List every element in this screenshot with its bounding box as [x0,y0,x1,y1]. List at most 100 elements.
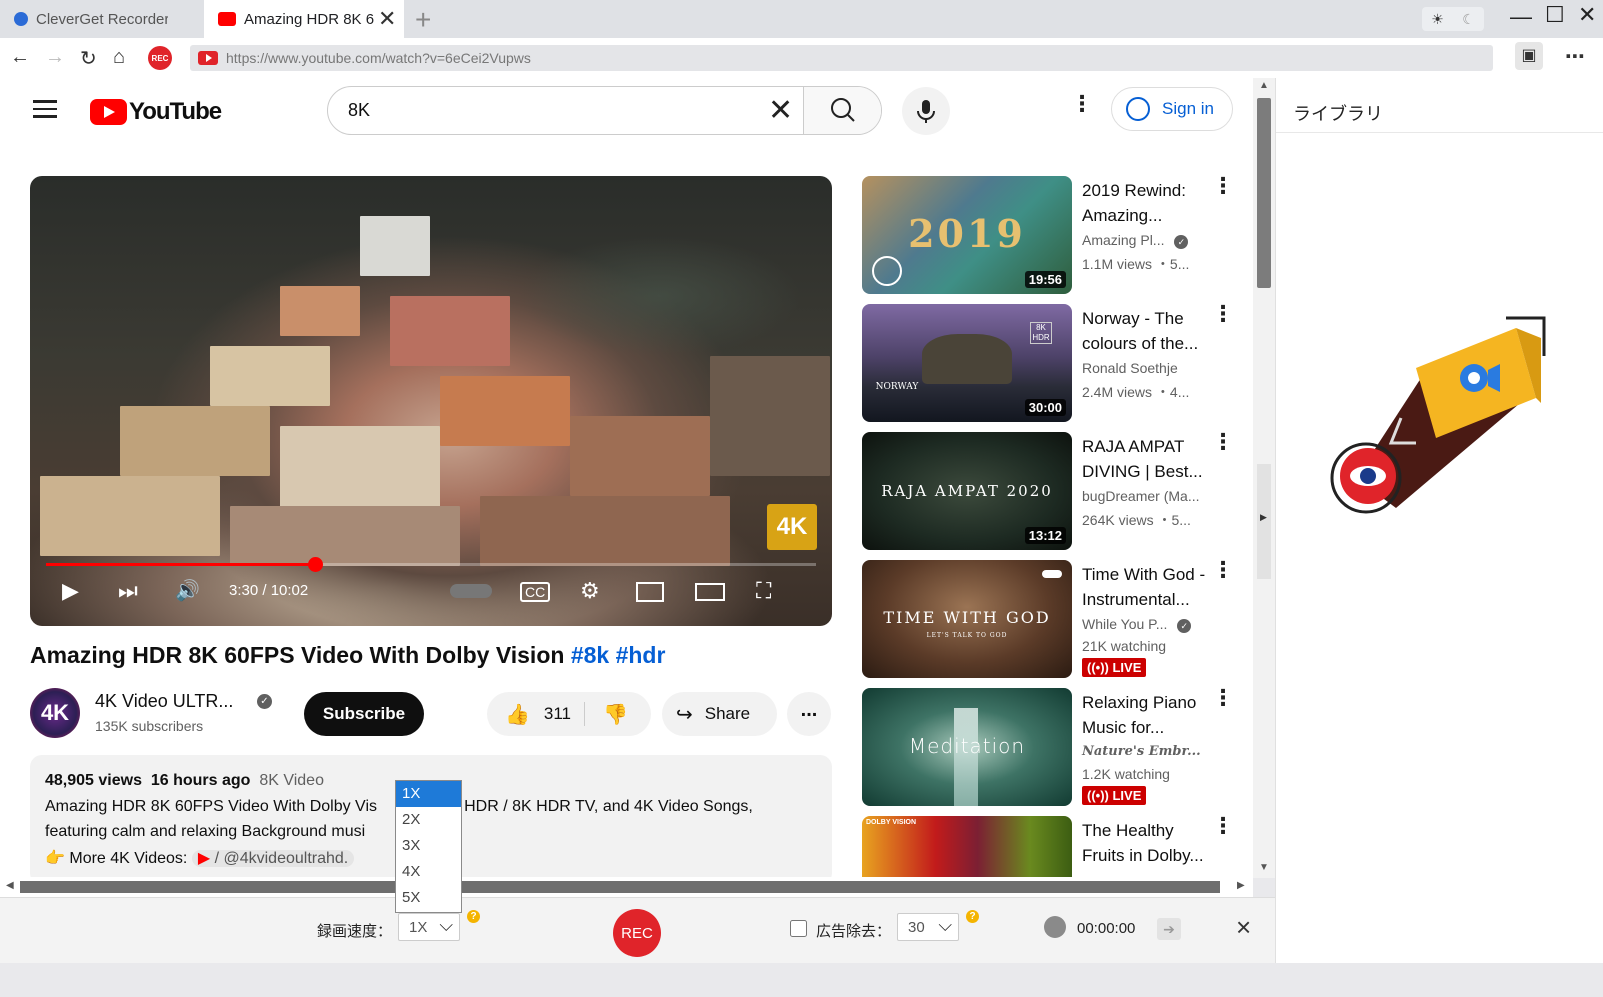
new-tab-button[interactable]: + [415,4,431,36]
related-video[interactable]: TIME WITH GOD LET'S TALK TO GOD Time Wit… [862,559,1234,678]
share-button[interactable]: ↪ Share [662,692,777,736]
miniplayer-icon[interactable] [636,582,664,602]
scrollbar-thumb[interactable] [20,881,1220,893]
close-tab-icon[interactable]: ✕ [378,6,396,32]
reload-icon[interactable]: ↻ [80,46,97,71]
channel-link[interactable]: ▶ / @4kvideoultrahd. [191,850,355,867]
search-input[interactable]: 8K [348,100,370,121]
recording-speed-select[interactable]: 1X ⌵ [398,913,460,941]
hashtags[interactable]: #8k #hdr [571,642,666,668]
rec-badge[interactable]: REC [148,46,172,70]
video-player[interactable]: 4K ▶ ⏭ 🔊 3:30 / 10:02 CC ⚙ ⛶ [30,176,832,626]
theme-toggle[interactable]: ☀ ☾ [1422,7,1484,31]
back-icon[interactable]: ← [10,46,30,69]
scrollbar-thumb[interactable] [1257,98,1271,288]
video-options-icon[interactable]: ⋮ [1212,303,1234,325]
speed-option[interactable]: 1X [396,781,461,807]
kebab-menu-icon[interactable]: ⋯ [1565,44,1585,69]
autoplay-toggle[interactable] [450,584,492,598]
forward-icon[interactable]: → [45,46,65,69]
description-line: featuring calm and relaxing Background m… [45,823,366,840]
video-options-icon[interactable]: ⋮ [1212,687,1234,709]
fullscreen-icon[interactable]: ⛶ [756,578,771,604]
video-thumbnail[interactable]: Meditation [862,688,1072,806]
timer-icon [1044,916,1066,938]
tab-cleverget[interactable]: CleverGet Recorder [0,0,200,38]
channel-avatar[interactable]: 4K [30,688,80,738]
channel-name[interactable]: 4K Video ULTR... [95,691,233,712]
search-button[interactable] [803,87,881,134]
speed-option[interactable]: 2X [396,807,461,833]
tab-youtube-video[interactable]: Amazing HDR 8K 6 ✕ [204,0,404,38]
close-window-button[interactable]: ✕ [1578,2,1596,28]
vertical-scrollbar[interactable]: ▲ ▶ ▼ [1253,78,1275,878]
speed-option[interactable]: 4X [396,859,461,885]
search-icon [831,98,855,122]
menu-icon[interactable] [33,95,57,123]
video-thumbnail[interactable]: DOLBY VISION [862,816,1072,878]
help-icon[interactable]: ? [966,910,979,923]
clear-search-icon[interactable]: ✕ [768,93,793,128]
video-options-icon[interactable]: ⋮ [1212,431,1234,453]
ad-remove-select[interactable]: 30 ⌵ [897,913,959,941]
more-actions-button[interactable]: ... [787,692,831,736]
video-options-icon[interactable]: ⋮ [1212,175,1234,197]
related-video[interactable]: DOLBY VISION The Healthy Fruits in Dolby… [862,815,1234,878]
minimize-button[interactable]: — [1510,4,1532,30]
scroll-left-icon[interactable]: ◀ [6,880,14,891]
thumbs-down-icon[interactable]: 👎 [603,702,628,727]
speed-option[interactable]: 5X [396,885,461,911]
scroll-right-icon[interactable]: ▶ [1237,880,1245,891]
close-toolbar-button[interactable]: × [1236,912,1251,943]
video-options-icon[interactable]: ⋮ [1212,559,1234,581]
captions-icon[interactable]: CC [520,582,551,602]
progress-knob[interactable] [307,557,323,572]
speed-dropdown-list[interactable]: 1X 2X 3X 4X 5X [395,780,462,913]
settings-gear-icon[interactable]: ⚙ [580,578,600,604]
video-thumbnail[interactable]: TIME WITH GOD LET'S TALK TO GOD [862,560,1072,678]
youtube-play-icon [90,99,127,125]
related-video[interactable]: 2019 19:56 2019 Rewind: Amazing... Amazi… [862,175,1234,294]
help-icon[interactable]: ? [467,910,480,923]
video-thumbnail[interactable]: 2019 19:56 [862,176,1072,294]
volume-icon[interactable]: 🔊 [175,578,200,603]
home-icon[interactable]: ⌂ [113,46,125,69]
subscribe-button[interactable]: Subscribe [304,692,424,736]
video-options-icon[interactable]: ⋮ [1212,815,1234,837]
maximize-button[interactable]: ☐ [1545,2,1565,28]
play-icon[interactable]: ▶ [62,578,79,604]
search-box[interactable]: 8K ✕ [327,86,882,135]
related-video[interactable]: RAJA AMPAT 2020 13:12 RAJA AMPAT DIVING … [862,431,1234,550]
next-icon[interactable]: ⏭ [118,578,138,604]
moon-icon[interactable]: ☾ [1462,11,1475,28]
sun-icon[interactable]: ☀ [1431,11,1444,28]
record-button[interactable]: REC [613,909,661,957]
progress-bar[interactable] [46,557,816,572]
live-badge: ((•)) LIVE [1082,658,1147,677]
horizontal-scrollbar[interactable]: ◀ ▶ [0,877,1253,897]
view-count: 48,905 views [45,772,142,789]
arrow-right-icon[interactable]: ➔ [1157,918,1181,940]
ad-remove-checkbox[interactable] [790,920,807,937]
scroll-down-icon[interactable]: ▼ [1259,862,1269,873]
panel-collapse-handle[interactable]: ▶ [1257,464,1271,579]
thumbs-up-icon[interactable]: 👍 [505,702,530,727]
chevron-down-icon: ⌵ [938,915,952,935]
youtube-logo[interactable]: YouTube [90,98,222,126]
share-icon: ↪ [676,703,693,726]
like-count[interactable]: 311 [544,704,571,724]
voice-search-button[interactable] [902,87,950,135]
settings-kebab-icon[interactable]: ⋮ [1071,93,1093,115]
sign-in-button[interactable]: Sign in [1111,87,1233,131]
like-dislike-group: 👍 311 👎 [487,692,651,736]
screenshot-icon[interactable]: ▣ [1515,42,1543,70]
theater-mode-icon[interactable] [695,583,725,601]
related-video[interactable]: Meditation Relaxing Piano Music for... N… [862,687,1234,806]
verified-icon: ✓ [1177,619,1192,633]
speed-option[interactable]: 3X [396,833,461,859]
video-thumbnail[interactable]: RAJA AMPAT 2020 13:12 [862,432,1072,550]
related-video[interactable]: 8K HDR NORWAY 30:00 Norway - The colours… [862,303,1234,422]
scroll-up-icon[interactable]: ▲ [1259,80,1269,91]
video-thumbnail[interactable]: 8K HDR NORWAY 30:00 [862,304,1072,422]
url-field[interactable]: https://www.youtube.com/watch?v=6eCei2Vu… [190,45,1493,71]
